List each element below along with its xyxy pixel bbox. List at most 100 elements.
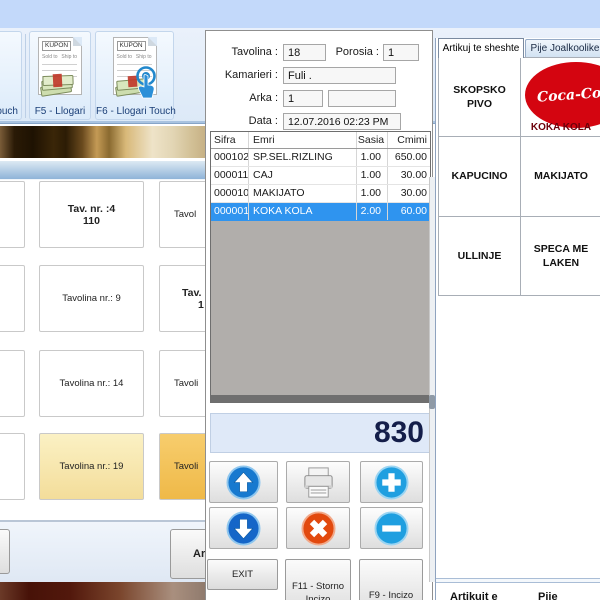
bottom-partial-label: Artikujt e (450, 591, 498, 600)
f6-llogari-touch-button[interactable]: KUPON Sold to Ship to F6 - Llogari Touch (95, 31, 174, 120)
arrow-up-icon (226, 465, 261, 500)
move-up-button[interactable] (209, 461, 278, 503)
product-speca-me-laken[interactable]: SPECA ME LAKEN (520, 216, 600, 296)
delete-item-button[interactable] (286, 507, 350, 549)
porosia-field[interactable]: 1 (383, 44, 419, 61)
table-button-label: Tavolina nr.: 19 (60, 461, 124, 472)
products-panel: Artikuj te sheshte Pije Joalkoolike SKOP… (435, 38, 600, 600)
order-grid: Sifra Emri Sasia Cmimi 000102 SP.SEL.RIZ… (210, 131, 431, 403)
cell-sasia: 1.00 (357, 149, 388, 166)
porosia-label: Porosia : (319, 46, 379, 58)
touch-icon (132, 66, 162, 100)
cell-sifra: 000011 (211, 167, 249, 184)
bottom-bar-button-partial[interactable]: Ar (170, 529, 206, 579)
table-button-label: Tav. nr. :4 (68, 203, 115, 215)
table-row[interactable]: 000010 MAKIJATO 1.00 30.00 (211, 185, 430, 203)
table-button-tav4[interactable]: Tav. nr. :4 110 (39, 181, 144, 248)
arka-field[interactable]: 1 (283, 90, 323, 107)
kamarieri-field[interactable]: Fuli . (283, 67, 396, 84)
f11-storno-button[interactable]: F11 - Storno Incizo (285, 559, 351, 600)
total-value: 830 (211, 414, 430, 452)
table-button-tav14[interactable]: Tavolina nr.: 14 (39, 350, 144, 417)
arka-label: Arka : (206, 92, 278, 104)
arka-field-2[interactable] (328, 90, 396, 107)
cell-cmimi: 30.00 (388, 185, 430, 202)
f11-button-label-line2: Incizo (286, 594, 350, 600)
data-label: Data : (206, 115, 278, 127)
col-header-emri[interactable]: Emri (249, 132, 357, 148)
toolbar-button-partial-touch[interactable]: Touch (0, 31, 22, 120)
tab-artikuj-te-sheshte[interactable]: Artikuj te sheshte (438, 38, 524, 58)
tab-label: Artikuj te sheshte (443, 43, 520, 54)
product-label: KOKA KOLA (521, 122, 600, 133)
grid-empty-area (211, 221, 430, 395)
col-header-cmimi[interactable]: Cmimi (388, 132, 430, 148)
kupon-soldto-text: Sold to (117, 54, 133, 60)
product-ullinje[interactable]: ULLINJE (438, 216, 521, 296)
kupon-shipto-text: Ship to (136, 54, 152, 60)
page-fold-icon (73, 37, 82, 46)
cell-sasia: 1.00 (357, 167, 388, 184)
cell-sifra: 000102 (211, 149, 249, 166)
printer-icon (301, 465, 336, 500)
tables-bottom-bar: Ar (0, 520, 206, 582)
cell-emri: SP.SEL.RIZLING (249, 149, 357, 166)
kamarieri-label: Kamarieri : (206, 69, 278, 81)
data-field[interactable]: 12.07.2016 02:23 PM (283, 113, 401, 130)
cell-emri: MAKIJATO (249, 185, 357, 202)
doc-line (117, 64, 152, 65)
print-button[interactable] (286, 461, 350, 503)
table-button-partial[interactable]: Tavoli (159, 350, 206, 417)
product-kapucino[interactable]: KAPUCINO (438, 136, 521, 217)
toolbar-button-label: F6 - Llogari Touch (96, 106, 173, 117)
table-button-tav9[interactable]: Tavolina nr.: 9 (39, 265, 144, 332)
toolbar-button-label: F5 - Llogari (30, 106, 90, 117)
table-row[interactable]: 000011 CAJ 1.00 30.00 (211, 167, 430, 185)
f5-llogari-button[interactable]: KUPON Sold to Ship to F5 - Llogari (29, 31, 91, 120)
f9-button-label: F9 - Incizo (360, 590, 422, 600)
col-header-sifra[interactable]: Sifra (211, 132, 249, 148)
product-makijato[interactable]: MAKIJATO (520, 136, 600, 217)
table-button-partial[interactable]: Tavol (159, 181, 206, 248)
panel-divider (436, 578, 600, 583)
product-koka-kola[interactable]: Coca-Cola KOKA KOLA (520, 57, 600, 137)
minus-icon (374, 511, 409, 546)
kupon-shipto-text: Ship to (61, 54, 77, 60)
f9-incizo-button[interactable]: F9 - Incizo (359, 559, 423, 600)
table-row[interactable]: 000102 SP.SEL.RIZLING 1.00 650.00 (211, 149, 430, 167)
exit-button[interactable]: EXIT (207, 559, 278, 590)
table-button-partial[interactable]: Tavoli (159, 433, 206, 500)
money-stack-icon (37, 72, 77, 98)
move-down-button[interactable] (209, 507, 278, 549)
bottom-partial-label: Pije (538, 591, 558, 600)
toolbar-separator (25, 34, 26, 118)
col-header-sasia[interactable]: Sasia (357, 132, 388, 148)
add-item-button[interactable] (360, 461, 423, 503)
table-button-cut-left[interactable] (0, 433, 25, 500)
tab-pije-joalkoolike[interactable]: Pije Joalkoolike (525, 39, 600, 58)
product-skopsko-pivo[interactable]: SKOPSKO PIVO (438, 57, 521, 137)
kupon-title-text: KUPON (117, 41, 146, 51)
table-button-cut-left[interactable] (0, 265, 25, 332)
order-panel: Tavolina : 18 Porosia : 1 Kamarieri : Fu… (205, 30, 433, 600)
cancel-icon (301, 511, 336, 546)
product-label: SPECA ME LAKEN (521, 240, 600, 272)
table-button-cut-left[interactable] (0, 350, 25, 417)
table-button-label: Tavol (174, 209, 206, 220)
subtract-item-button[interactable] (360, 507, 423, 549)
table-button-label: Tavolina nr.: 14 (60, 378, 124, 389)
table-button-label: Tav. (182, 287, 206, 299)
tables-window: Tav. nr. :4 110 Tavol Tavolina nr.: 9 Ta… (0, 124, 206, 600)
table-row-selected[interactable]: 000001 KOKA KOLA 2.00 60.00 (211, 203, 430, 221)
cell-sasia: 1.00 (357, 185, 388, 202)
table-button-cut-left[interactable] (0, 181, 25, 248)
table-button-label: Tavoli (174, 378, 206, 389)
product-label: SKOPSKO PIVO (439, 81, 520, 113)
bottom-bar-button-label: Ar (193, 548, 205, 560)
blue-strip (0, 160, 206, 180)
coca-cola-script-text: Coca-Cola (536, 84, 600, 105)
grid-bottom-strip (211, 395, 430, 402)
bottom-bar-button-cut[interactable] (0, 529, 10, 574)
table-button-partial[interactable]: Tav. 1 (159, 265, 206, 332)
table-button-tav19[interactable]: Tavolina nr.: 19 (39, 433, 144, 500)
